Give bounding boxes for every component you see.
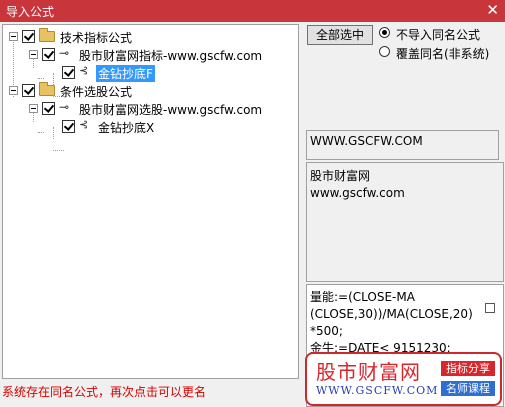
formula-code: 量能:=(CLOSE-MA (CLOSE,30))/MA(CLOSE,20) *… <box>310 290 473 355</box>
radio-button[interactable] <box>379 27 390 38</box>
tree-item-indicator-site[interactable]: ⊸ 股市财富网指标-www.gscfw.com <box>3 46 293 64</box>
formula-tree[interactable]: 技术指标公式 ⊸ 股市财富网指标-www.gscfw.com ⊰ 金钻抄底F 条… <box>2 24 299 379</box>
brand-tag: 名师课程 <box>441 381 495 396</box>
tree-item-screener-site[interactable]: ⊸ 股市财富网选股-www.gscfw.com <box>3 100 293 118</box>
radio-button[interactable] <box>379 46 390 57</box>
tree-leaf-indicator-formula[interactable]: ⊰ 金钻抄底F <box>3 64 293 82</box>
leaf-label: 金钻抄底X <box>98 121 155 135</box>
tree-group-screeners[interactable]: 条件选股公式 <box>3 82 293 100</box>
description-line: www.gscfw.com <box>310 186 405 200</box>
key-icon: ⊸ <box>59 100 70 114</box>
formula-icon: ⊰ <box>79 64 89 77</box>
brand-watermark: 股市财富网 WWW.GSCFW.COM 指标分享 名师课程 <box>305 352 502 406</box>
leaf-label: 金钻抄底F <box>96 65 155 82</box>
brand-tag: 指标分享 <box>441 361 495 376</box>
tree-connector <box>53 150 64 151</box>
brand-url: WWW.GSCFW.COM <box>316 384 439 397</box>
window-title: 导入公式 <box>6 5 55 19</box>
code-checkbox[interactable] <box>485 303 495 313</box>
group-label: 条件选股公式 <box>60 85 133 99</box>
dialog-body: 技术指标公式 ⊸ 股市财富网指标-www.gscfw.com ⊰ 金钻抄底F 条… <box>0 22 505 407</box>
item-label: 股市财富网指标-www.gscfw.com <box>79 49 263 63</box>
tree-leaf-screener-formula[interactable]: ⊰ 金钻抄底X <box>3 118 293 136</box>
brand-name: 股市财富网 <box>316 360 421 384</box>
collapse-icon[interactable] <box>29 104 38 113</box>
url-field: WWW.GSCFW.COM <box>306 130 499 160</box>
collapse-icon[interactable] <box>29 50 38 59</box>
key-icon: ⊸ <box>59 46 70 60</box>
tree-group-indicators[interactable]: 技术指标公式 <box>3 28 293 46</box>
group-checkbox[interactable] <box>22 30 35 43</box>
radio-label: 覆盖同名(非系统) <box>396 47 490 61</box>
description-line: 股市财富网 <box>310 169 371 183</box>
group-label: 技术指标公式 <box>60 31 133 45</box>
collapse-icon[interactable] <box>9 32 18 41</box>
description-box: 股市财富网 www.gscfw.com <box>306 162 504 282</box>
group-checkbox[interactable] <box>22 84 35 97</box>
collapse-icon[interactable] <box>9 86 18 95</box>
item-checkbox[interactable] <box>42 48 55 61</box>
item-checkbox[interactable] <box>42 102 55 115</box>
select-all-button[interactable]: 全部选中 <box>307 25 373 45</box>
title-bar: 导入公式 ✕ <box>0 0 505 22</box>
item-label: 股市财富网选股-www.gscfw.com <box>79 103 263 117</box>
close-icon[interactable]: ✕ <box>486 1 499 19</box>
leaf-checkbox[interactable] <box>62 66 75 79</box>
status-message: 系统存在同名公式，再次点击可以更名 <box>2 385 207 399</box>
folder-icon <box>39 28 55 42</box>
folder-icon <box>39 82 55 96</box>
radio-label: 不导入同名公式 <box>396 28 481 42</box>
leaf-checkbox[interactable] <box>62 120 75 133</box>
formula-icon: ⊰ <box>79 118 89 131</box>
